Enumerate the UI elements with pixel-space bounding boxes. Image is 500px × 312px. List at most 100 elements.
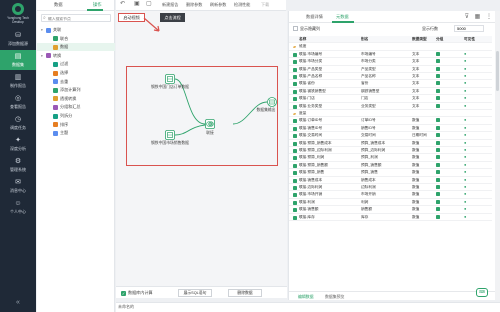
show-sql-button[interactable]: 展示SQL语句 bbox=[178, 289, 212, 297]
visible-icon[interactable]: ● bbox=[464, 206, 482, 213]
cell-alias[interactable]: 市场分类 bbox=[361, 58, 411, 65]
row-checkbox[interactable] bbox=[293, 178, 297, 183]
group-checkbox[interactable] bbox=[436, 51, 452, 58]
grid-icon[interactable]: ▦ bbox=[475, 14, 481, 20]
tree-node[interactable]: 联合 bbox=[37, 35, 115, 43]
row-checkbox[interactable] bbox=[293, 126, 297, 131]
visible-icon[interactable]: ● bbox=[464, 177, 482, 184]
group-checkbox[interactable] bbox=[436, 80, 452, 87]
group-checkbox[interactable] bbox=[436, 88, 452, 95]
download-button[interactable]: 下载 bbox=[261, 2, 269, 8]
visible-icon[interactable]: ● bbox=[464, 169, 482, 176]
tab-data-detail[interactable]: 数据详情 bbox=[306, 14, 323, 20]
row-checkbox[interactable] bbox=[293, 141, 297, 146]
visible-icon[interactable]: ● bbox=[464, 66, 482, 73]
tree-node[interactable]: 透视转换 bbox=[37, 95, 115, 103]
table-group-row[interactable]: ▰ 维度 bbox=[289, 43, 492, 51]
group-checkbox[interactable] bbox=[436, 125, 452, 132]
calendar-icon[interactable]: ▣ bbox=[134, 1, 140, 8]
visible-icon[interactable]: ● bbox=[464, 132, 482, 139]
expand-icon[interactable]: « bbox=[14, 299, 22, 307]
tree-node[interactable]: 选择 bbox=[37, 69, 115, 77]
scrollbar[interactable] bbox=[495, 11, 500, 300]
preview-icon[interactable]: ▢ bbox=[146, 1, 152, 8]
nav-item-schedule[interactable]: ◷ 调度任务 bbox=[0, 113, 36, 133]
tab-start-video[interactable]: 启动视频 bbox=[118, 13, 145, 22]
column-header[interactable]: 分组 bbox=[436, 36, 452, 43]
visible-icon[interactable]: ● bbox=[464, 147, 482, 154]
cell-alias[interactable]: 预算_销售额 bbox=[361, 162, 411, 169]
tree-group[interactable]: ▾ 转换 bbox=[37, 52, 115, 60]
row-checkbox[interactable] bbox=[293, 82, 297, 87]
tree-node[interactable]: 排序 bbox=[37, 121, 115, 129]
group-checkbox[interactable] bbox=[436, 162, 452, 169]
row-checkbox[interactable] bbox=[293, 208, 297, 213]
table-row[interactable]: 联接.销售成本 销售成本 数值 ● bbox=[289, 177, 492, 184]
cell-alias[interactable]: 库存 bbox=[361, 214, 411, 221]
cell-alias[interactable]: 钢铁销售型 bbox=[361, 88, 411, 95]
edit-data-link[interactable]: 编辑数据 bbox=[298, 294, 314, 300]
row-checkbox[interactable] bbox=[293, 193, 297, 198]
cell-alias[interactable]: 预算_利润 bbox=[361, 154, 411, 161]
undo-icon[interactable]: ↶ bbox=[120, 1, 125, 8]
nav-item-report[interactable]: ▥ 制作报告 bbox=[0, 71, 36, 91]
group-checkbox[interactable] bbox=[436, 73, 452, 80]
table-row[interactable]: 联接.预算_销售额 预算_销售额 数值 ● bbox=[289, 162, 492, 170]
cell-alias[interactable]: 预算_销售成本 bbox=[361, 140, 411, 147]
table-row[interactable]: 联接.产品类型 产品类型 文本 ● bbox=[289, 66, 492, 73]
visible-icon[interactable]: ● bbox=[464, 214, 482, 221]
tab-click-flow[interactable]: 点击流程 bbox=[160, 13, 185, 22]
tree-node[interactable]: 分组和汇总 bbox=[37, 103, 115, 111]
cell-alias[interactable]: 市场开销 bbox=[361, 191, 411, 198]
nav-item-manage[interactable]: ⚙ 管理系统 bbox=[0, 155, 36, 175]
tab-metadata[interactable]: 元数据 bbox=[336, 14, 349, 20]
row-checkbox[interactable] bbox=[293, 215, 297, 220]
table-row[interactable]: 联接.预算_销售 预算_销售 数值 ● bbox=[289, 169, 492, 177]
row-checkbox[interactable] bbox=[293, 89, 297, 94]
visible-icon[interactable]: ● bbox=[464, 191, 482, 198]
cell-alias[interactable]: 预算_销售 bbox=[361, 169, 411, 176]
table-row[interactable]: 联接.预算_利润 预算_利润 数值 ● bbox=[289, 154, 492, 162]
show-hidden-checkbox[interactable] bbox=[293, 26, 298, 31]
group-checkbox[interactable] bbox=[436, 103, 452, 110]
cell-alias[interactable]: 市场编号 bbox=[361, 51, 411, 58]
nav-item-view[interactable]: ◎ 查看报告 bbox=[0, 92, 36, 112]
table-row[interactable]: 联接.利润 利润 数值 ● bbox=[289, 199, 492, 207]
nav-item-database[interactable]: ⛁ 添加数据源 bbox=[0, 29, 36, 49]
cell-alias[interactable]: 销售成本 bbox=[361, 177, 411, 184]
visible-icon[interactable]: ● bbox=[464, 80, 482, 87]
row-checkbox[interactable] bbox=[293, 67, 297, 72]
column-header[interactable]: 数据类型 bbox=[412, 36, 432, 43]
nav-item-dataset[interactable]: ▤ 数据集 bbox=[0, 50, 36, 70]
group-checkbox[interactable] bbox=[436, 140, 452, 147]
row-checkbox[interactable] bbox=[293, 104, 297, 109]
chevron-down-icon[interactable]: ▾ bbox=[41, 52, 45, 60]
output-node[interactable] bbox=[267, 97, 277, 107]
table-row[interactable]: 联接.边际利润 边际利润 数值 ● bbox=[289, 184, 492, 192]
row-checkbox[interactable] bbox=[293, 156, 297, 161]
visible-icon[interactable]: ● bbox=[464, 58, 482, 65]
delete-param-button[interactable]: 删除参数 bbox=[186, 2, 202, 8]
tree-node[interactable]: 主题 bbox=[37, 129, 115, 137]
cell-alias[interactable]: 交易时间 bbox=[361, 132, 411, 139]
group-checkbox[interactable] bbox=[436, 132, 452, 139]
visible-icon[interactable]: ● bbox=[464, 154, 482, 161]
row-checkbox[interactable] bbox=[293, 52, 297, 57]
join-node[interactable] bbox=[205, 119, 215, 129]
table-row[interactable]: 联接.市场开销 市场开销 数值 ● bbox=[289, 191, 492, 199]
tab-untitled[interactable]: 未命名的 bbox=[118, 304, 134, 310]
table-row[interactable]: 联接.业务类型 业务类型 文本 ● bbox=[289, 103, 492, 110]
table-row[interactable]: 联接.省份 省份 文本 ● bbox=[289, 80, 492, 88]
check-performance-button[interactable]: 检测性能 bbox=[234, 2, 250, 8]
nav-item-message[interactable]: ✉ 消息中心 bbox=[0, 176, 36, 196]
table-row[interactable]: 联接.门店 门店 文本 ● bbox=[289, 95, 492, 103]
table-row[interactable]: 联接.钢铁销售型 钢铁销售型 文本 ● bbox=[289, 88, 492, 96]
group-checkbox[interactable] bbox=[436, 177, 452, 184]
cell-alias[interactable]: 产品类型 bbox=[361, 66, 411, 73]
tree-node[interactable]: 过滤 bbox=[37, 60, 115, 68]
tree-node[interactable]: 添加计算列 bbox=[37, 86, 115, 94]
group-checkbox[interactable] bbox=[436, 117, 452, 124]
row-checkbox[interactable] bbox=[293, 97, 297, 102]
cell-alias[interactable]: 业务类型 bbox=[361, 103, 411, 110]
visible-icon[interactable]: ● bbox=[464, 140, 482, 147]
